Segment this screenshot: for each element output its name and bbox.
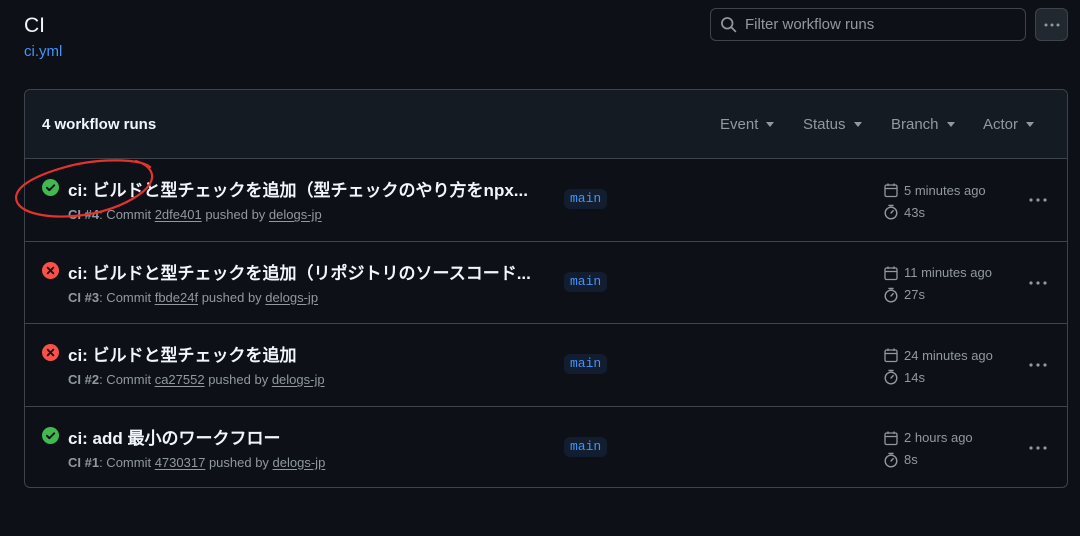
run-meta: CI #2: Commit ca27552 pushed by delogs-j… [68,372,325,387]
run-duration: 14s [883,369,925,385]
status-filter-menu[interactable]: Status [803,90,862,159]
triangle-down-icon [766,122,775,127]
run-commit-link[interactable]: 2dfe401 [155,207,202,222]
run-time-ago: 24 minutes ago [883,347,993,363]
filter-workflow-runs-input[interactable] [745,16,1015,33]
calendar-icon [884,431,898,445]
runs-count: 4 workflow runs [42,115,157,133]
workflow-run-row[interactable]: ci: ビルドと型チェックを追加（型チェックのやり方をnpx... CI #4:… [25,159,1067,242]
run-time-ago: 2 hours ago [883,430,973,446]
check-circle-fill-icon [42,426,59,444]
run-branch-tag[interactable]: main [564,189,608,209]
run-meta: CI #3: Commit fbde24f pushed by delogs-j… [68,290,318,305]
triangle-down-icon [1026,122,1035,127]
run-pushed-by: pushed by [198,289,266,305]
run-title-link[interactable]: ci: ビルドと型チェックを追加 [68,341,538,366]
run-options-button[interactable] [1025,187,1051,213]
kebab-horizontal-icon [1029,445,1047,450]
event-filter-menu[interactable]: Event [720,90,775,159]
run-duration: 27s [883,287,925,303]
run-title-link[interactable]: ci: ビルドと型チェックを追加（型チェックのやり方をnpx... [68,176,538,201]
run-actor-link[interactable]: delogs-jp [272,372,325,387]
calendar-icon [884,348,898,363]
triangle-down-icon [853,122,862,127]
stopwatch-icon [884,287,898,303]
run-options-button[interactable] [1025,270,1051,296]
run-actor-link[interactable]: delogs-jp [265,290,318,305]
run-time-ago-text: 24 minutes ago [904,347,993,363]
workflow-run-row[interactable]: ci: ビルドと型チェックを追加 CI #2: Commit ca27552 p… [25,324,1067,407]
workflow-file-link[interactable]: ci.yml [24,43,62,60]
calendar-icon [884,266,898,280]
x-circle-fill-icon [42,344,59,361]
run-pushed-by: pushed by [205,454,273,470]
run-options-button[interactable] [1025,435,1051,461]
run-time-ago-text: 2 hours ago [904,430,973,445]
workflow-runs-list: 4 workflow runs Event Status Branch Acto… [24,89,1068,488]
branch-filter-label: Branch [891,116,939,133]
run-workflow-number: CI #4 [68,207,100,222]
search-icon [721,17,737,33]
actor-filter-menu[interactable]: Actor [983,90,1035,159]
run-branch-tag[interactable]: main [564,271,608,292]
run-commit-link[interactable]: fbde24f [155,290,198,305]
actor-filter-label: Actor [983,116,1019,133]
run-duration-text: 8s [904,452,918,467]
run-duration: 43s [883,204,925,220]
run-time-ago-text: 11 minutes ago [904,265,992,280]
event-filter-label: Event [720,116,759,133]
run-title-link[interactable]: ci: add 最小のワークフロー [68,424,538,449]
run-commit-link[interactable]: ca27552 [155,372,205,387]
run-actor-link[interactable]: delogs-jp [269,207,322,222]
workflow-run-row[interactable]: ci: ビルドと型チェックを追加（リポジトリのソースコード... CI #3: … [25,242,1067,324]
branch-filter-menu[interactable]: Branch [891,90,955,159]
kebab-horizontal-icon [1029,363,1047,367]
run-commit-link[interactable]: 4730317 [155,455,206,470]
stopwatch-icon [884,452,898,468]
kebab-horizontal-icon [1044,23,1059,26]
run-branch-tag[interactable]: main [564,354,608,374]
run-commit-prefix: : Commit [99,372,155,387]
run-time-ago-text: 5 minutes ago [904,182,986,198]
kebab-horizontal-icon [1029,198,1047,202]
run-pushed-by: pushed by [204,372,272,387]
kebab-horizontal-icon [1029,280,1047,285]
run-workflow-number: CI #1 [68,454,100,470]
run-branch-tag[interactable]: main [564,436,608,457]
x-circle-fill-icon [42,261,59,279]
run-title-link[interactable]: ci: ビルドと型チェックを追加（リポジトリのソースコード... [68,259,538,284]
run-meta: CI #4: Commit 2dfe401 pushed by delogs-j… [68,207,322,222]
run-pushed-by: pushed by [201,207,269,222]
run-meta: CI #1: Commit 4730317 pushed by delogs-j… [68,455,325,470]
run-workflow-number: CI #2 [68,372,100,387]
run-time-ago: 11 minutes ago [883,265,992,281]
runs-list-header: 4 workflow runs Event Status Branch Acto… [25,90,1067,159]
triangle-down-icon [946,122,955,127]
check-circle-fill-icon [42,179,59,196]
workflow-run-row[interactable]: ci: add 最小のワークフロー CI #1: Commit 4730317 … [25,407,1067,488]
stopwatch-icon [884,204,898,220]
run-options-button[interactable] [1025,352,1051,378]
run-actor-link[interactable]: delogs-jp [273,455,326,470]
run-commit-prefix: : Commit [99,289,155,305]
run-duration-text: 14s [904,369,925,385]
stopwatch-icon [884,369,898,385]
filter-workflow-runs-field[interactable] [710,8,1026,41]
run-workflow-number: CI #3 [68,289,100,305]
status-filter-label: Status [803,116,846,133]
calendar-icon [884,183,898,198]
page-title: CI [24,14,45,37]
workflow-options-button[interactable] [1035,8,1068,41]
run-duration-text: 27s [904,287,925,302]
run-duration-text: 43s [904,204,925,220]
run-commit-prefix: : Commit [99,454,155,470]
run-time-ago: 5 minutes ago [883,182,986,198]
run-commit-prefix: : Commit [99,207,155,222]
run-duration: 8s [883,452,918,468]
